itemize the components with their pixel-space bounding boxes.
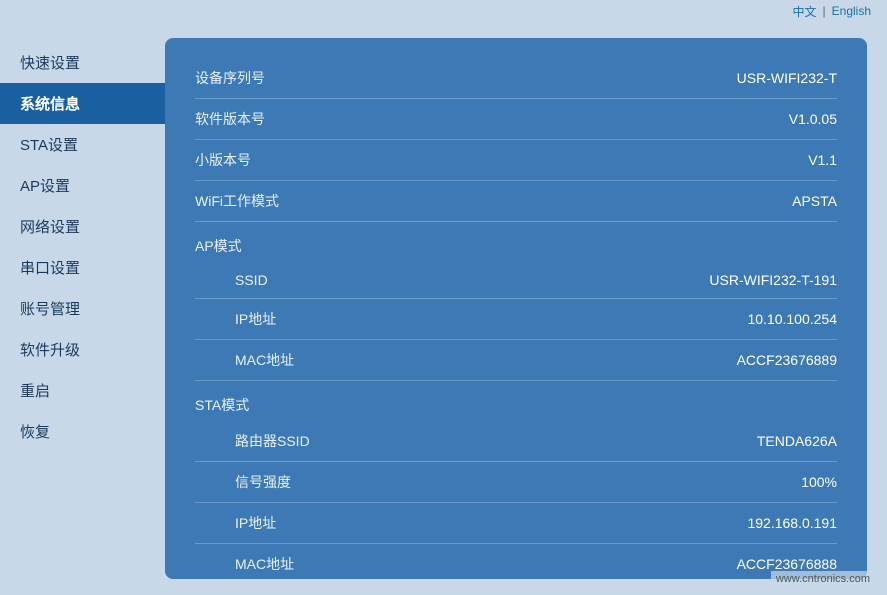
label-software-version: 软件版本号 <box>195 109 265 129</box>
value-sta-signal: 100% <box>801 474 837 490</box>
value-software-version: V1.0.05 <box>789 111 837 127</box>
lang-separator: | <box>823 4 826 18</box>
sidebar-item-serial-settings[interactable]: 串口设置 <box>0 247 165 288</box>
english-lang-link[interactable]: English <box>832 4 871 18</box>
sidebar: 快速设置 系统信息 STA设置 AP设置 网络设置 串口设置 账号管理 软件升级… <box>0 22 165 595</box>
label-minor-version: 小版本号 <box>195 150 251 170</box>
value-minor-version: V1.1 <box>808 152 837 168</box>
label-serial: 设备序列号 <box>195 68 265 88</box>
sta-row-router-ssid: 路由器SSID TENDA626A <box>195 421 837 462</box>
chinese-lang-link[interactable]: 中文 <box>793 3 817 20</box>
ap-section-header: AP模式 <box>195 226 837 262</box>
sta-row-signal: 信号强度 100% <box>195 462 837 503</box>
info-row-serial: 设备序列号 USR-WIFI232-T <box>195 58 837 99</box>
value-serial: USR-WIFI232-T <box>737 70 837 86</box>
info-row-minor-version: 小版本号 V1.1 <box>195 140 837 181</box>
label-ap-mac: MAC地址 <box>235 350 294 370</box>
ap-row-ip: IP地址 10.10.100.254 <box>195 299 837 340</box>
value-ap-mac: ACCF23676889 <box>737 352 837 368</box>
label-sta-ip: IP地址 <box>235 513 276 533</box>
main-layout: 快速设置 系统信息 STA设置 AP设置 网络设置 串口设置 账号管理 软件升级… <box>0 22 887 595</box>
sidebar-item-restore[interactable]: 恢复 <box>0 411 165 452</box>
value-ap-ssid: USR-WIFI232-T-191 <box>709 272 837 288</box>
value-ap-ip: 10.10.100.254 <box>747 311 837 327</box>
ap-row-ssid: SSID USR-WIFI232-T-191 <box>195 262 837 299</box>
value-sta-mac: ACCF23676888 <box>737 556 837 572</box>
sidebar-item-software-upgrade[interactable]: 软件升级 <box>0 329 165 370</box>
sidebar-item-sta-settings[interactable]: STA设置 <box>0 124 165 165</box>
sidebar-item-network-settings[interactable]: 网络设置 <box>0 206 165 247</box>
watermark: www.cntronics.com <box>771 571 875 587</box>
sidebar-item-restart[interactable]: 重启 <box>0 370 165 411</box>
label-ap-ip: IP地址 <box>235 309 276 329</box>
value-wifi-mode: APSTA <box>792 193 837 209</box>
sta-row-mac: MAC地址 ACCF23676888 <box>195 544 837 579</box>
label-sta-router-ssid: 路由器SSID <box>235 431 310 451</box>
top-language-bar: 中文 | English <box>0 0 887 22</box>
value-sta-router-ssid: TENDA626A <box>757 433 837 449</box>
label-ap-ssid: SSID <box>235 272 268 288</box>
ap-row-mac: MAC地址 ACCF23676889 <box>195 340 837 381</box>
label-wifi-mode: WiFi工作模式 <box>195 191 279 211</box>
sta-section-header: STA模式 <box>195 385 837 421</box>
info-row-wifi-mode: WiFi工作模式 APSTA <box>195 181 837 222</box>
info-row-software-version: 软件版本号 V1.0.05 <box>195 99 837 140</box>
label-sta-signal: 信号强度 <box>235 472 291 492</box>
sidebar-item-system-info[interactable]: 系统信息 <box>0 83 165 124</box>
label-sta-mac: MAC地址 <box>235 554 294 574</box>
content-area: 设备序列号 USR-WIFI232-T 软件版本号 V1.0.05 小版本号 V… <box>165 38 867 579</box>
sidebar-item-account-management[interactable]: 账号管理 <box>0 288 165 329</box>
sta-row-ip: IP地址 192.168.0.191 <box>195 503 837 544</box>
value-sta-ip: 192.168.0.191 <box>747 515 837 531</box>
sidebar-item-quick-setup[interactable]: 快速设置 <box>0 42 165 83</box>
sidebar-item-ap-settings[interactable]: AP设置 <box>0 165 165 206</box>
